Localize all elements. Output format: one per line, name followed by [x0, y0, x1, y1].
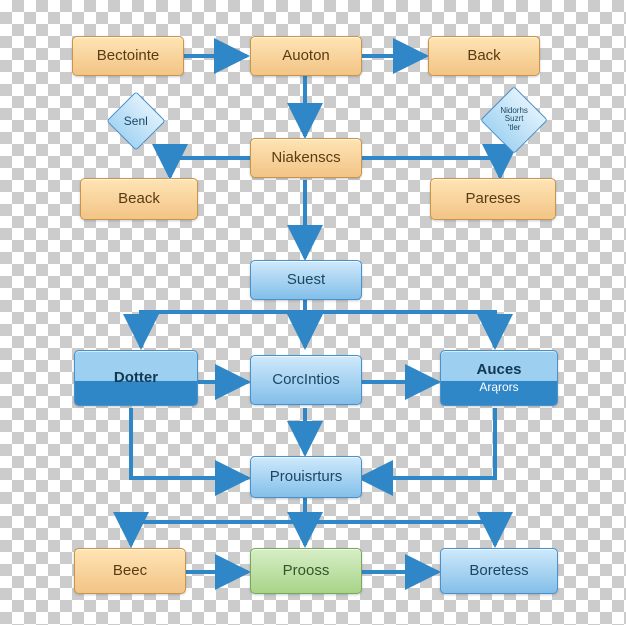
- node-label: Nidorhs Suzrt 'tler: [500, 107, 528, 132]
- node-dotter: Dotter: [74, 350, 198, 406]
- node-label: Back: [467, 48, 500, 65]
- node-label: Boretess: [469, 563, 528, 580]
- node-label: Senl: [124, 115, 148, 128]
- node-corcintios: CorcIntios: [250, 355, 362, 405]
- node-sublabel: Arąrors: [479, 381, 518, 394]
- node-label: Prouisrturs: [270, 469, 343, 486]
- node-label: Bectointe: [97, 48, 160, 65]
- node-label: Beec: [113, 563, 147, 580]
- node-beec: Beec: [74, 548, 186, 594]
- node-boretess: Boretess: [440, 548, 558, 594]
- node-pareses: Pareses: [430, 178, 556, 220]
- node-prooss: Prooss: [250, 548, 362, 594]
- node-label: Prooss: [283, 563, 330, 580]
- node-suest: Suest: [250, 260, 362, 300]
- node-label: Suest: [287, 272, 325, 289]
- node-prouisrturs: Prouisrturs: [250, 456, 362, 498]
- node-label: Auces: [476, 362, 521, 379]
- decision-note: Nidorhs Suzrt 'tler: [480, 86, 548, 154]
- node-label: Beack: [118, 191, 160, 208]
- connector-layer: [0, 0, 626, 625]
- flowchart-canvas: { "nodes": { "bectointe": "Bectointe", "…: [0, 0, 626, 625]
- node-beack: Beack: [80, 178, 198, 220]
- node-label: Niakenscs: [271, 150, 340, 167]
- decision-senl: Senl: [106, 91, 165, 150]
- node-auoton: Auoton: [250, 36, 362, 76]
- node-bectointe: Bectointe: [72, 36, 184, 76]
- node-label: Dotter: [114, 370, 158, 387]
- node-label: Auoton: [282, 48, 330, 65]
- node-back: Back: [428, 36, 540, 76]
- node-auces: Auces Arąrors: [440, 350, 558, 406]
- node-label: Pareses: [465, 191, 520, 208]
- node-niakenscs: Niakenscs: [250, 138, 362, 178]
- node-label: CorcIntios: [272, 372, 340, 389]
